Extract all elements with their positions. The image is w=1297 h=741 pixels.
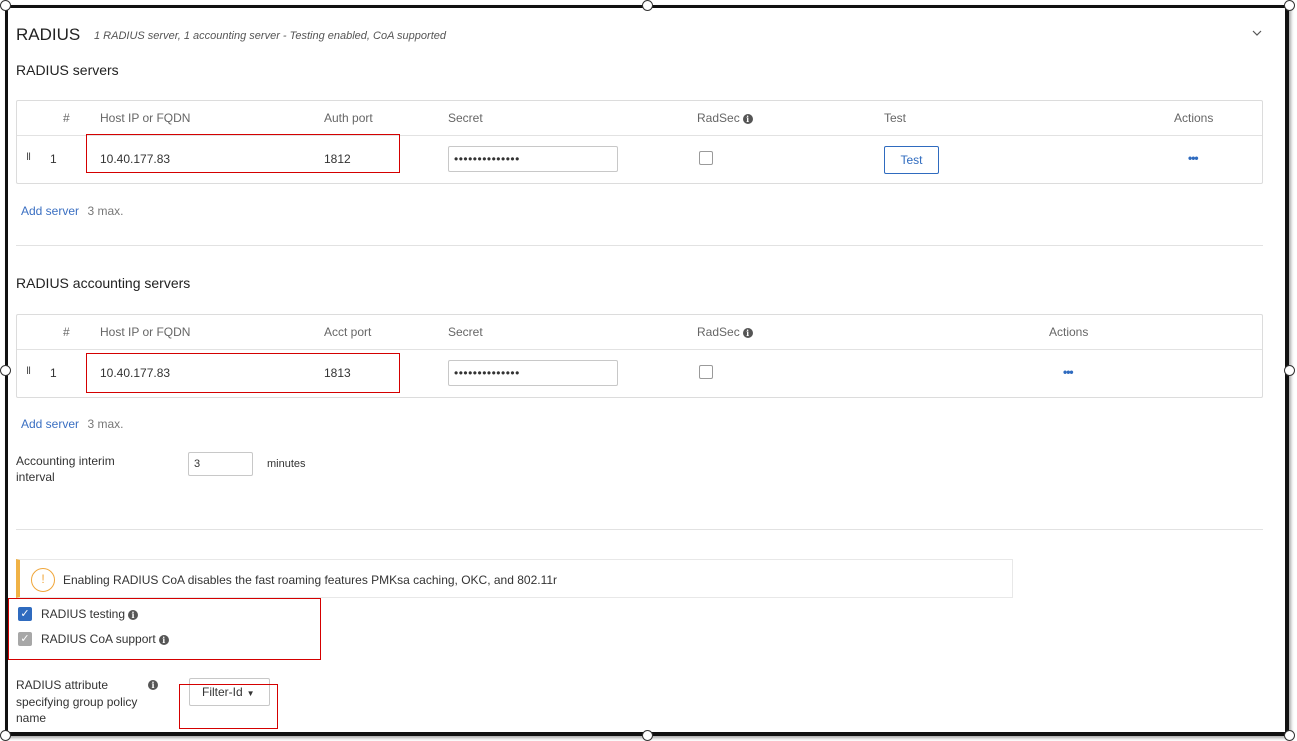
radsec-checkbox[interactable] bbox=[699, 151, 713, 165]
row-index: 1 bbox=[50, 366, 57, 380]
col-radsec: RadSec i bbox=[697, 111, 753, 125]
col-host: Host IP or FQDN bbox=[100, 325, 191, 339]
interim-unit: minutes bbox=[267, 458, 306, 470]
table-header: # Host IP or FQDN Acct port Secret RadSe… bbox=[17, 315, 1262, 350]
more-actions-icon[interactable]: ••• bbox=[1063, 365, 1074, 379]
page-summary: 1 RADIUS server, 1 accounting server - T… bbox=[94, 30, 446, 42]
page-title: RADIUS bbox=[16, 25, 81, 44]
resize-handle-tm[interactable] bbox=[642, 0, 653, 11]
section-heading-acct: RADIUS accounting servers bbox=[16, 275, 191, 291]
row-index: 1 bbox=[50, 152, 57, 166]
add-server-row: Add server 3 max. bbox=[21, 202, 124, 220]
max-note: 3 max. bbox=[87, 204, 124, 218]
info-icon[interactable]: i bbox=[742, 327, 753, 338]
resize-handle-br[interactable] bbox=[1284, 730, 1295, 741]
col-index: # bbox=[63, 325, 70, 339]
radsec-checkbox[interactable] bbox=[699, 365, 713, 379]
col-index: # bbox=[63, 111, 70, 125]
secret-input[interactable]: •••••••••••••• bbox=[448, 360, 618, 386]
max-note: 3 max. bbox=[87, 417, 124, 431]
resize-handle-bm[interactable] bbox=[642, 730, 653, 741]
resize-handle-ml[interactable] bbox=[0, 365, 11, 376]
more-actions-icon[interactable]: ••• bbox=[1188, 151, 1199, 165]
resize-handle-mr[interactable] bbox=[1284, 365, 1295, 376]
col-actions: Actions bbox=[1174, 111, 1214, 125]
interim-input[interactable]: 3 bbox=[188, 452, 253, 476]
divider bbox=[16, 245, 1263, 246]
secret-input[interactable]: •••••••••••••• bbox=[448, 146, 618, 172]
coa-warning-banner: ! Enabling RADIUS CoA disables the fast … bbox=[16, 559, 1013, 598]
highlight-box bbox=[86, 353, 400, 393]
col-actions: Actions bbox=[1049, 325, 1089, 339]
highlight-box bbox=[86, 134, 400, 173]
info-icon[interactable]: i bbox=[742, 113, 753, 124]
section-heading-auth: RADIUS servers bbox=[16, 62, 119, 78]
add-server-link[interactable]: Add server bbox=[21, 204, 79, 218]
add-server-link[interactable]: Add server bbox=[21, 417, 79, 431]
table-header: # Host IP or FQDN Auth port Secret RadSe… bbox=[17, 101, 1262, 136]
col-radsec: RadSec i bbox=[697, 325, 753, 339]
warning-icon: ! bbox=[31, 568, 55, 592]
resize-handle-bl[interactable] bbox=[0, 730, 11, 741]
info-icon[interactable]: i bbox=[148, 680, 158, 690]
group-policy-label: RADIUS attribute specifying group policy… bbox=[16, 678, 138, 725]
col-secret: Secret bbox=[448, 111, 483, 125]
divider bbox=[16, 529, 1263, 530]
col-secret: Secret bbox=[448, 325, 483, 339]
col-port: Acct port bbox=[324, 325, 372, 339]
col-port: Auth port bbox=[324, 111, 373, 125]
drag-handle-icon[interactable]: II bbox=[26, 365, 31, 377]
warning-text: Enabling RADIUS CoA disables the fast ro… bbox=[63, 573, 558, 587]
col-test: Test bbox=[884, 111, 907, 125]
add-server-row: Add server 3 max. bbox=[21, 415, 124, 433]
resize-handle-tr[interactable] bbox=[1284, 0, 1295, 11]
col-host: Host IP or FQDN bbox=[100, 111, 191, 125]
test-button[interactable]: Test bbox=[884, 146, 939, 174]
highlight-box bbox=[8, 598, 321, 660]
resize-handle-tl[interactable] bbox=[0, 0, 11, 11]
chevron-down-icon[interactable] bbox=[1252, 28, 1262, 38]
interim-label: Accounting interim interval bbox=[16, 454, 115, 484]
highlight-box bbox=[179, 684, 278, 729]
drag-handle-icon[interactable]: II bbox=[26, 151, 31, 163]
